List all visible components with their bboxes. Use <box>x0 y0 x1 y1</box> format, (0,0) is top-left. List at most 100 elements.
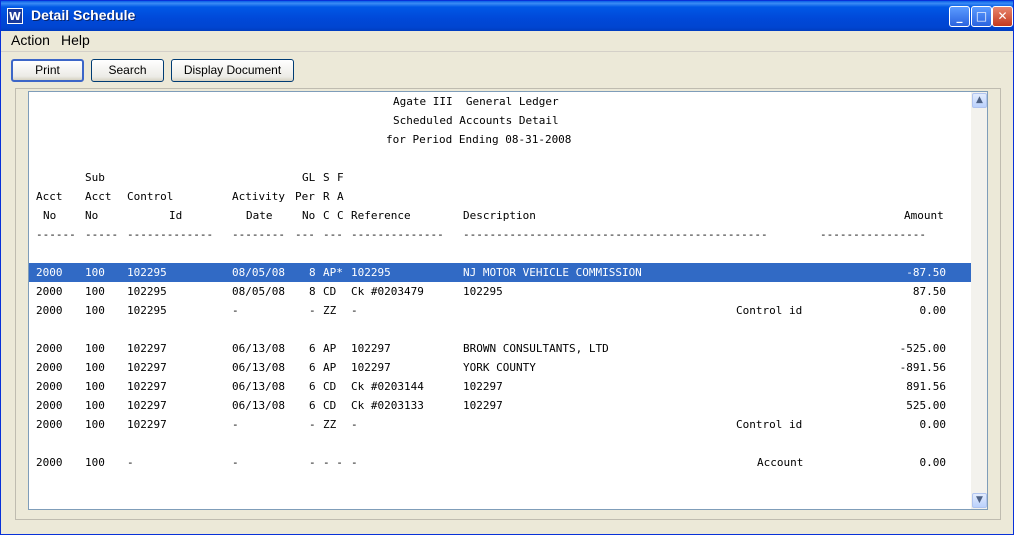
cell-reference: - <box>351 304 358 317</box>
col-head: Control <box>127 190 174 203</box>
col-head: Id <box>169 209 183 222</box>
table-row[interactable]: 2000 100 102297 06/13/08 6 CD Ck #020313… <box>29 396 971 415</box>
table-row[interactable]: 2000 100 102297 06/13/08 6 CD Ck #020314… <box>29 377 971 396</box>
separator: ------ <box>36 228 76 241</box>
cell-date: - <box>232 418 239 431</box>
cell-control: 102295 <box>127 304 167 317</box>
cell-per: - <box>309 456 316 469</box>
detail-schedule-window: W Detail Schedule _ □ ✕ Action Help Prin… <box>0 0 1014 535</box>
cell-note: Account <box>757 456 804 469</box>
report-header-line: Scheduled Accounts Detail <box>29 111 971 130</box>
cell-per: - <box>309 418 316 431</box>
separator: ---------------- <box>820 228 926 241</box>
cell-description: 102295 <box>463 285 503 298</box>
cell-per: 8 <box>309 266 316 279</box>
column-header-row: No No Id Date No C C Reference Descripti… <box>29 206 971 225</box>
cell-amount: -525.00 <box>899 342 946 355</box>
col-head: GL <box>302 171 316 184</box>
col-head: Date <box>246 209 273 222</box>
vertical-scrollbar[interactable]: ▲ ▼ <box>971 91 988 510</box>
col-head: No <box>85 209 99 222</box>
report-header-line: for Period Ending 08-31-2008 <box>29 130 971 149</box>
cell-acct: 2000 <box>36 456 63 469</box>
cell-src: ZZ <box>323 418 337 431</box>
cell-sub: 100 <box>85 380 105 393</box>
cell-description: BROWN CONSULTANTS, LTD <box>463 342 609 355</box>
cell-sub: 100 <box>85 399 105 412</box>
cell-reference: Ck #0203144 <box>351 380 424 393</box>
cell-amount: 0.00 <box>919 304 947 317</box>
cell-per: 6 <box>309 342 316 355</box>
cell-src: - - <box>323 456 343 469</box>
cell-acct: 2000 <box>36 399 63 412</box>
table-row[interactable]: 2000 100 102297 06/13/08 6 AP 102297 YOR… <box>29 358 971 377</box>
cell-sub: 100 <box>85 304 105 317</box>
col-head: Per <box>295 190 315 203</box>
col-head: Sub <box>85 171 105 184</box>
cell-control: 102297 <box>127 399 167 412</box>
cell-sub: 100 <box>85 285 105 298</box>
scroll-down-icon[interactable]: ▼ <box>972 493 987 508</box>
cell-amount: 0.00 <box>919 456 947 469</box>
table-row[interactable]: 2000 100 102295 - - ZZ - Control id 0.00 <box>29 301 971 320</box>
cell-src: CD <box>323 399 337 412</box>
col-head: Acct <box>36 190 63 203</box>
separator: -------- <box>232 228 285 241</box>
cell-acct: 2000 <box>36 361 63 374</box>
separator: ----- <box>85 228 119 241</box>
cell-date: - <box>232 304 239 317</box>
report-view[interactable]: Agate III General Ledger Scheduled Accou… <box>28 91 971 510</box>
cell-amount: -87.50 <box>906 266 946 279</box>
cell-amount: 0.00 <box>919 418 947 431</box>
minimize-button[interactable]: _ <box>949 6 970 27</box>
cell-per: 6 <box>309 380 316 393</box>
search-button[interactable]: Search <box>91 59 164 82</box>
print-button[interactable]: Print <box>11 59 84 82</box>
separator-row: ------ ----- ------------- -------- --- … <box>29 225 971 244</box>
cell-control: 102297 <box>127 380 167 393</box>
cell-control: 102297 <box>127 361 167 374</box>
cell-description: 102297 <box>463 380 503 393</box>
col-head: Reference <box>351 209 411 222</box>
table-row[interactable]: 2000 100 102297 06/13/08 6 AP 102297 BRO… <box>29 339 971 358</box>
cell-description: NJ MOTOR VEHICLE COMMISSION <box>463 266 642 279</box>
title-bar[interactable]: W Detail Schedule _ □ ✕ <box>1 1 1013 31</box>
cell-acct: 2000 <box>36 304 63 317</box>
report-header-line: Agate III General Ledger <box>29 92 971 111</box>
menu-action[interactable]: Action <box>11 32 50 48</box>
cell-reference: 102297 <box>351 361 391 374</box>
cell-sub: 100 <box>85 418 105 431</box>
separator: ----------------------------------------… <box>463 228 768 241</box>
col-head: Acct <box>85 190 112 203</box>
cell-date: 08/05/08 <box>232 266 285 279</box>
cell-control: 102297 <box>127 418 167 431</box>
scroll-up-icon[interactable]: ▲ <box>972 93 987 108</box>
cell-control: 102297 <box>127 342 167 355</box>
cell-note: Control id <box>736 418 803 431</box>
col-head: A <box>337 190 344 203</box>
report-subtitle: Scheduled Accounts Detail <box>393 114 559 127</box>
cell-description: YORK COUNTY <box>463 361 536 374</box>
col-head: Amount <box>904 209 944 222</box>
table-row[interactable]: 2000 100 102295 08/05/08 8 CD Ck #020347… <box>29 282 971 301</box>
cell-amount: 891.56 <box>906 380 946 393</box>
cell-src: CD <box>323 380 337 393</box>
cell-acct: 2000 <box>36 418 63 431</box>
close-button[interactable]: ✕ <box>992 6 1013 27</box>
table-row-selected[interactable]: 2000 100 102295 08/05/08 8 AP* 102295 NJ… <box>29 263 971 282</box>
col-head: C <box>337 209 344 222</box>
col-head: C <box>323 209 330 222</box>
display-document-button[interactable]: Display Document <box>171 59 294 82</box>
window-title: Detail Schedule <box>31 7 136 23</box>
maximize-button[interactable]: □ <box>971 6 992 27</box>
cell-control: - <box>127 456 134 469</box>
cell-src: AP <box>323 361 337 374</box>
cell-acct: 2000 <box>36 266 63 279</box>
table-row[interactable]: 2000 100 - - - - - - Account 0.00 <box>29 453 971 472</box>
cell-control: 102295 <box>127 285 167 298</box>
table-row[interactable]: 2000 100 102297 - - ZZ - Control id 0.00 <box>29 415 971 434</box>
cell-note: Control id <box>736 304 803 317</box>
cell-reference: 102297 <box>351 342 391 355</box>
cell-reference: - <box>351 456 358 469</box>
menu-help[interactable]: Help <box>61 32 90 48</box>
